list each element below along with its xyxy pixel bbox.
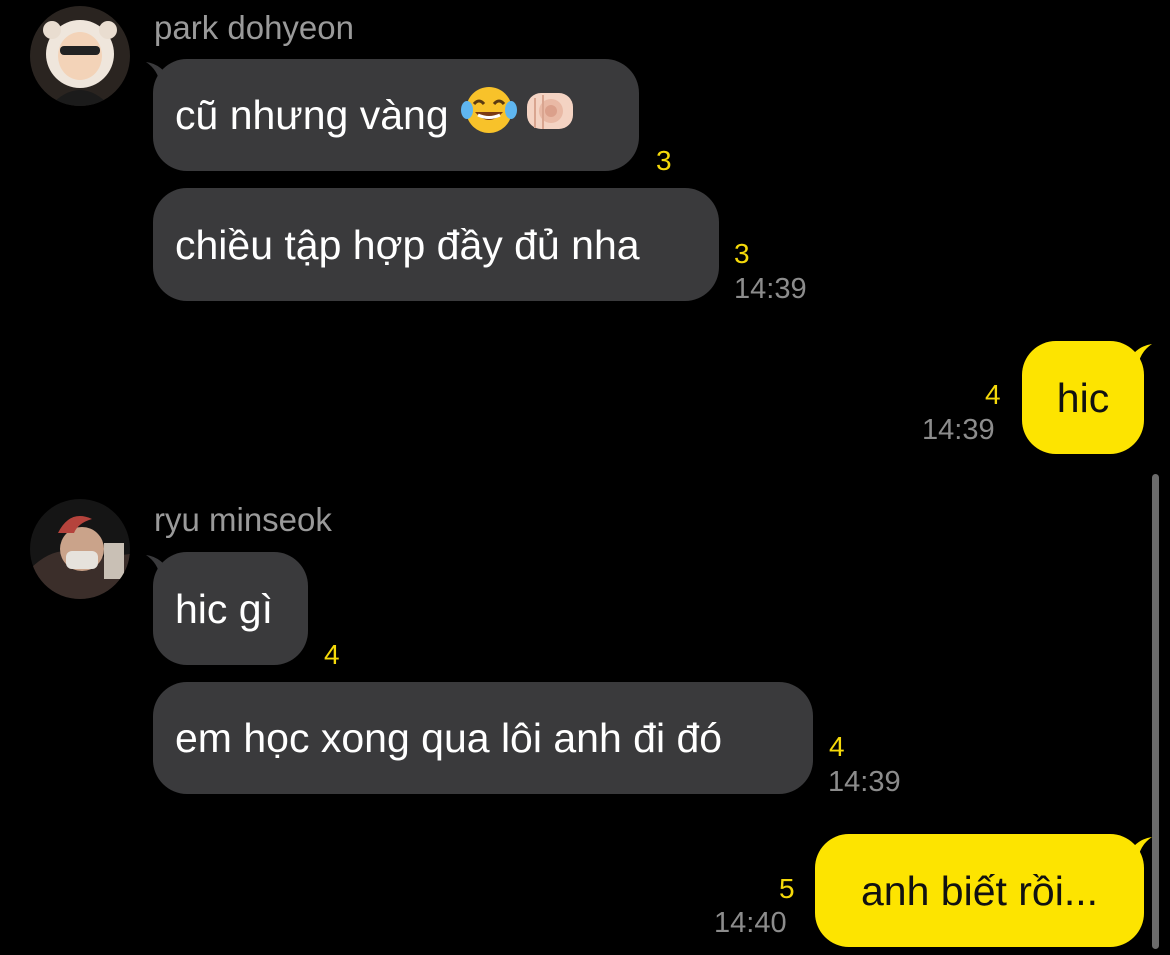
message-text: chiều tập hợp đầy đủ nha [175,221,640,268]
bubble-tail-outgoing [1126,344,1152,366]
unread-count: 3 [656,145,672,176]
scrollbar-thumb[interactable] [1152,474,1159,949]
sender-name: park dohyeon [154,9,354,46]
bubble-tail [146,555,172,577]
unread-count: 3 [734,238,750,269]
timestamp: 14:39 [734,273,807,305]
timestamp: 14:39 [828,766,901,798]
face-with-tears-of-joy-icon [460,84,517,146]
unread-count: 4 [324,639,340,670]
avatar-ryu-minseok[interactable] [30,499,130,599]
message-text: hic gì [175,585,273,632]
avatar-park-dohyeon[interactable] [30,6,130,106]
unread-count: 4 [829,731,845,762]
message-bubble[interactable]: chiều tập hợp đầy đủ nha [153,188,719,301]
unread-count: 5 [779,873,795,904]
timestamp: 14:39 [922,414,995,446]
message-bubble-outgoing[interactable]: anh biết rồi... [815,834,1144,947]
message-bubble[interactable]: em học xong qua lôi anh đi đó [153,682,813,794]
user-avatar-icon [30,6,130,106]
unread-count: 4 [985,379,1001,410]
message-text: hic [1056,374,1110,421]
message-bubble[interactable]: cũ nhưng vàng [153,59,639,171]
message-text: cũ nhưng vàng [175,92,449,138]
message-text: em học xong qua lôi anh đi đó [175,715,723,761]
bubble-tail [146,62,172,84]
timestamp: 14:40 [714,907,787,939]
bubble-tail-outgoing [1126,837,1152,859]
user-avatar-icon [30,499,130,599]
backhand-index-pointing-at-viewer-icon [523,84,581,146]
sender-name: ryu minseok [154,501,332,538]
message-bubble[interactable]: hic gì [153,552,308,665]
message-text: anh biết rồi... [860,867,1099,914]
